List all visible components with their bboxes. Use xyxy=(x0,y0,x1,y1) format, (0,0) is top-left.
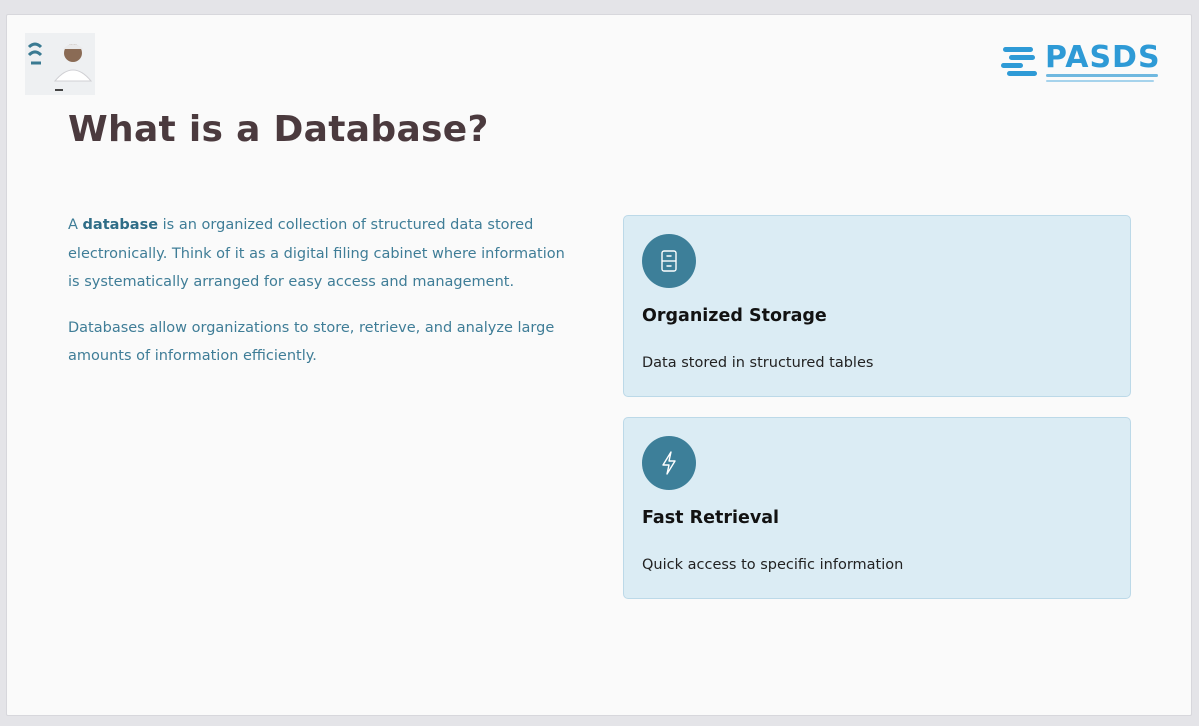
brand-name: PASDS xyxy=(1045,40,1161,75)
slide: PASDS What is a Database? A database is … xyxy=(6,14,1192,716)
card-title: Fast Retrieval xyxy=(642,508,780,528)
lightning-icon xyxy=(642,436,696,490)
presenter-avatar-icon xyxy=(25,33,95,95)
intro-p1-prefix: A xyxy=(68,217,83,233)
brand-tagline-arabic xyxy=(1046,74,1158,77)
intro-p1-bold-term: database xyxy=(82,217,159,233)
card-title: Organized Storage xyxy=(642,306,827,326)
intro-text: A database is an organized collection of… xyxy=(68,211,568,388)
slide-title: What is a Database? xyxy=(68,109,489,150)
file-cabinet-icon xyxy=(642,234,696,288)
feature-card-organized-storage: Organized Storage Data stored in structu… xyxy=(623,215,1131,397)
presenter-photo xyxy=(25,33,95,95)
feature-card-fast-retrieval: Fast Retrieval Quick access to specific … xyxy=(623,417,1131,599)
pasds-logo: PASDS xyxy=(1001,41,1161,85)
intro-paragraph-1: A database is an organized collection of… xyxy=(68,211,568,297)
card-description: Data stored in structured tables xyxy=(642,355,874,371)
card-description: Quick access to specific information xyxy=(642,557,904,573)
intro-paragraph-2: Databases allow organizations to store, … xyxy=(68,319,555,365)
pasds-mark-icon xyxy=(1001,47,1037,76)
brand-tagline-english xyxy=(1046,80,1154,82)
